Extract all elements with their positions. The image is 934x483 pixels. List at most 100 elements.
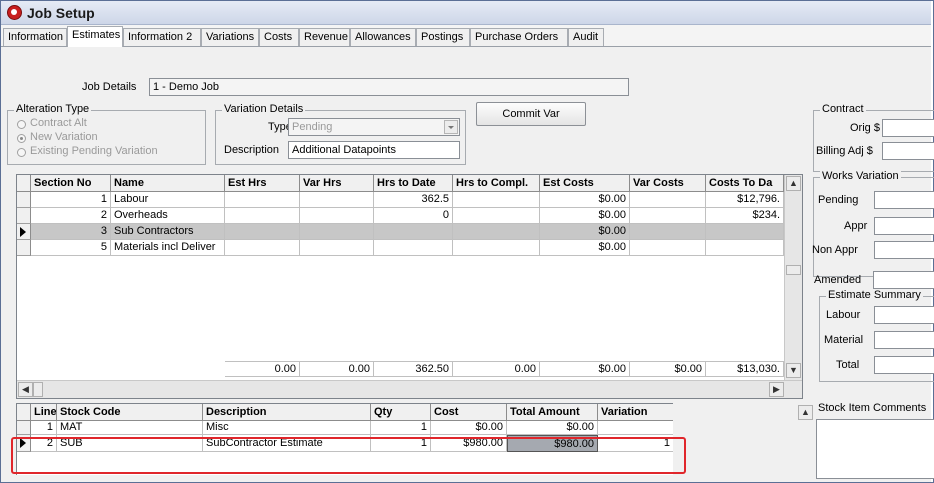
cost-cell[interactable]: $0.00 xyxy=(431,421,507,435)
tab-revenue[interactable]: Revenue xyxy=(299,28,350,46)
var-hrs-cell[interactable] xyxy=(300,224,374,240)
tab-information-2[interactable]: Information 2 xyxy=(123,28,201,46)
sections-vertical-scrollbar[interactable]: ▲ ▼ xyxy=(784,175,802,380)
qty-cell[interactable]: 1 xyxy=(371,421,431,435)
row-indicator[interactable] xyxy=(17,192,31,208)
tab-costs[interactable]: Costs xyxy=(259,28,299,46)
pending-field[interactable] xyxy=(874,191,934,209)
scroll-right-icon[interactable]: ▶ xyxy=(769,382,784,397)
scroll-thumb[interactable] xyxy=(786,265,801,275)
name-cell[interactable]: Labour xyxy=(111,192,225,208)
est-costs-cell[interactable]: $0.00 xyxy=(540,240,630,256)
tab-estimates[interactable]: Estimates xyxy=(67,26,123,47)
est-hrs-cell[interactable] xyxy=(225,240,300,256)
non-appr-field[interactable] xyxy=(874,241,934,259)
col-costs-to-date[interactable]: Costs To Da xyxy=(706,175,784,192)
h-scroll-thumb[interactable] xyxy=(33,382,43,397)
tab-audit[interactable]: Audit xyxy=(568,28,604,46)
name-cell[interactable]: Sub Contractors xyxy=(111,224,225,240)
total-field[interactable] xyxy=(874,356,934,374)
comments-scroll-up-icon[interactable]: ▲ xyxy=(798,405,813,420)
variation-cell[interactable] xyxy=(598,421,673,435)
material-field[interactable] xyxy=(874,331,934,349)
scroll-down-icon[interactable]: ▼ xyxy=(786,363,801,378)
line-cell[interactable]: 1 xyxy=(31,421,57,435)
stock-code-cell[interactable]: MAT xyxy=(57,421,203,435)
est-costs-cell[interactable]: $0.00 xyxy=(540,224,630,240)
description-field[interactable]: Additional Datapoints xyxy=(288,141,460,159)
section-no-cell[interactable]: 2 xyxy=(31,208,111,224)
costs-to-date-cell[interactable]: $12,796. xyxy=(706,192,784,208)
tab-postings[interactable]: Postings xyxy=(416,28,470,46)
var-costs-cell[interactable] xyxy=(630,208,706,224)
amended-field[interactable] xyxy=(873,271,934,289)
stock-item-comments-field[interactable] xyxy=(816,419,934,479)
var-hrs-cell[interactable] xyxy=(300,208,374,224)
est-costs-cell[interactable]: $0.00 xyxy=(540,192,630,208)
hrs-to-date-cell[interactable] xyxy=(374,240,453,256)
hrs-to-compl-cell[interactable] xyxy=(453,192,540,208)
name-cell[interactable]: Overheads xyxy=(111,208,225,224)
col-description[interactable]: Description xyxy=(203,404,371,421)
description-cell[interactable]: Misc xyxy=(203,421,371,435)
row-indicator[interactable] xyxy=(17,421,31,435)
var-hrs-cell[interactable] xyxy=(300,192,374,208)
tab-variations[interactable]: Variations xyxy=(201,28,259,46)
col-variation[interactable]: Variation xyxy=(598,404,673,421)
tab-information[interactable]: Information xyxy=(3,28,67,46)
current-row-indicator[interactable] xyxy=(17,224,31,240)
row-indicator[interactable] xyxy=(17,208,31,224)
col-name[interactable]: Name xyxy=(111,175,225,192)
chevron-down-icon[interactable] xyxy=(444,120,458,134)
hrs-to-date-cell[interactable]: 0 xyxy=(374,208,453,224)
commit-var-button[interactable]: Commit Var xyxy=(476,102,586,126)
hrs-to-compl-cell[interactable] xyxy=(453,240,540,256)
section-no-cell[interactable]: 1 xyxy=(31,192,111,208)
col-var-costs[interactable]: Var Costs xyxy=(630,175,706,192)
scroll-up-icon[interactable]: ▲ xyxy=(786,176,801,191)
contract-alt-radio[interactable] xyxy=(17,120,26,129)
col-qty[interactable]: Qty xyxy=(371,404,431,421)
tab-allowances[interactable]: Allowances xyxy=(350,28,416,46)
col-hrs-to-date[interactable]: Hrs to Date xyxy=(374,175,453,192)
costs-to-date-cell[interactable] xyxy=(706,240,784,256)
est-hrs-cell[interactable] xyxy=(225,224,300,240)
type-select[interactable]: Pending xyxy=(288,118,460,136)
job-details-field[interactable]: 1 - Demo Job xyxy=(149,78,629,96)
col-stock-code[interactable]: Stock Code xyxy=(57,404,203,421)
hrs-to-date-cell[interactable] xyxy=(374,224,453,240)
est-hrs-cell[interactable] xyxy=(225,192,300,208)
col-cost[interactable]: Cost xyxy=(431,404,507,421)
est-costs-cell[interactable]: $0.00 xyxy=(540,208,630,224)
hrs-to-date-cell[interactable]: 362.5 xyxy=(374,192,453,208)
col-line[interactable]: Line xyxy=(31,404,57,421)
scroll-left-icon[interactable]: ◀ xyxy=(18,382,33,397)
sections-horizontal-scrollbar[interactable]: ◀ ▶ xyxy=(17,380,802,398)
col-est-costs[interactable]: Est Costs xyxy=(540,175,630,192)
var-costs-cell[interactable] xyxy=(630,192,706,208)
col-var-hrs[interactable]: Var Hrs xyxy=(300,175,374,192)
total-amount-cell[interactable]: $0.00 xyxy=(507,421,598,435)
name-cell[interactable]: Materials incl Deliver xyxy=(111,240,225,256)
section-no-cell[interactable]: 3 xyxy=(31,224,111,240)
col-hrs-to-compl[interactable]: Hrs to Compl. xyxy=(453,175,540,192)
orig-field[interactable] xyxy=(882,119,934,137)
col-section-no[interactable]: Section No xyxy=(31,175,111,192)
existing-pending-radio[interactable] xyxy=(17,148,26,157)
hrs-to-compl-cell[interactable] xyxy=(453,224,540,240)
hrs-to-compl-cell[interactable] xyxy=(453,208,540,224)
costs-to-date-cell[interactable]: $234. xyxy=(706,208,784,224)
col-est-hrs[interactable]: Est Hrs xyxy=(225,175,300,192)
billing-adj-field[interactable] xyxy=(882,142,934,160)
col-total-amount[interactable]: Total Amount xyxy=(507,404,598,421)
new-variation-radio[interactable] xyxy=(17,134,26,143)
appr-field[interactable] xyxy=(874,217,934,235)
est-hrs-cell[interactable] xyxy=(225,208,300,224)
costs-to-date-cell[interactable] xyxy=(706,224,784,240)
labour-field[interactable] xyxy=(874,306,934,324)
tab-purchase-orders[interactable]: Purchase Orders xyxy=(470,28,568,46)
row-indicator[interactable] xyxy=(17,240,31,256)
section-no-cell[interactable]: 5 xyxy=(31,240,111,256)
var-costs-cell[interactable] xyxy=(630,240,706,256)
var-hrs-cell[interactable] xyxy=(300,240,374,256)
